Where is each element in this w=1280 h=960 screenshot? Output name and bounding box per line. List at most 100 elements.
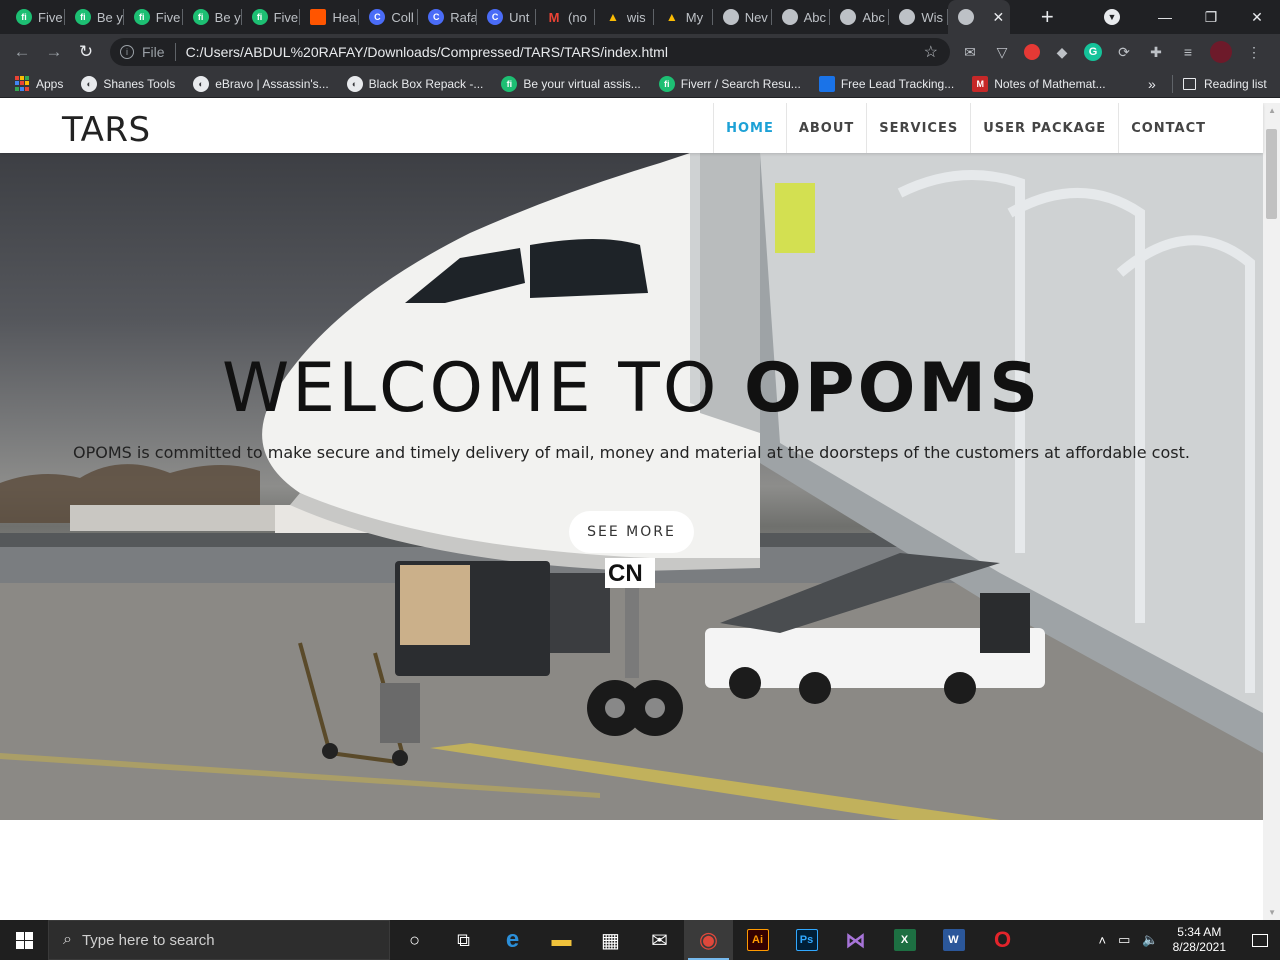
photoshop-taskbar-button[interactable]: Ps	[782, 920, 831, 960]
browser-tab[interactable]: Nev	[713, 0, 772, 34]
browser-tab[interactable]: Wis	[889, 0, 949, 34]
hero-subtitle: OPOMS is committed to make secure and ti…	[73, 443, 1190, 462]
fiverr-icon: fi	[74, 9, 91, 25]
browser-tab[interactable]: fi Five	[124, 0, 183, 34]
clock[interactable]: 5:34 AM 8/28/2021	[1173, 925, 1226, 955]
globe-icon	[840, 9, 857, 25]
scroll-thumb[interactable]	[1266, 129, 1277, 219]
pokeball-extension-icon[interactable]	[1024, 44, 1040, 60]
reading-list-button[interactable]: Reading list	[1172, 74, 1267, 93]
network-icon[interactable]: ▭	[1118, 932, 1130, 948]
bookmark-item[interactable]: ◐ eBravo | Assassin's...	[193, 75, 329, 92]
browser-tab[interactable]: ▲ wis	[595, 0, 654, 34]
new-tab-button[interactable]: +	[1034, 4, 1060, 30]
browser-tab[interactable]: Hea	[300, 0, 360, 34]
illustrator-taskbar-button[interactable]: Ai	[733, 920, 782, 960]
file-explorer-taskbar-button[interactable]: ▬	[537, 920, 586, 960]
tray-overflow-icon[interactable]: ˄	[1099, 933, 1107, 948]
scroll-down-icon[interactable]: ▼	[1268, 908, 1276, 917]
browser-tab[interactable]: ▲ My	[654, 0, 713, 34]
hero-background-image: CN	[0, 153, 1263, 820]
active-tab[interactable]: ✕	[948, 0, 1011, 34]
opera-taskbar-button[interactable]: O	[978, 920, 1027, 960]
browser-tab[interactable]: fi Be y	[65, 0, 124, 34]
restore-button[interactable]: ❐	[1188, 9, 1234, 26]
nav-user-package[interactable]: USER PACKAGE	[970, 103, 1118, 153]
info-icon[interactable]: i	[120, 45, 134, 59]
extensions-puzzle-icon[interactable]: ✚	[1146, 42, 1166, 62]
grammarly-icon[interactable]: G	[1084, 43, 1102, 61]
mail-extension-icon[interactable]: ✉	[960, 42, 980, 62]
cortana-icon: ○	[409, 929, 420, 950]
close-window-button[interactable]: ✕	[1234, 9, 1280, 26]
volume-icon[interactable]: 🔈	[1142, 932, 1158, 948]
tab-search-icon[interactable]: ▼	[1104, 9, 1120, 25]
tab-title: Five	[38, 9, 63, 25]
word-taskbar-button[interactable]: W	[929, 920, 978, 960]
menu-kebab-icon[interactable]: ⋮	[1244, 42, 1264, 62]
bookmark-item[interactable]: ◐ Shanes Tools	[81, 75, 175, 92]
address-bar[interactable]: i File C:/Users/ABDUL%20RAFAY/Downloads/…	[110, 38, 950, 66]
browser-tab[interactable]: fi Five	[6, 0, 65, 34]
bookmark-star-icon[interactable]: ☆	[924, 42, 938, 62]
forward-button[interactable]: →	[38, 42, 70, 62]
bookmark-item[interactable]: fi Fiverr / Search Resu...	[658, 75, 801, 92]
cortana-taskbar-button[interactable]: ○	[390, 920, 439, 960]
minimize-button[interactable]: —	[1142, 9, 1188, 25]
notification-center-button[interactable]	[1240, 933, 1280, 947]
tab-title: Be y	[214, 9, 241, 25]
taskbar-search[interactable]: ⌕ Type here to search	[48, 920, 390, 960]
browser-tab[interactable]: C Unt	[477, 0, 536, 34]
file-explorer-icon: ▬	[551, 928, 572, 951]
browser-tab[interactable]: C Rafa	[418, 0, 477, 34]
bookmarks-overflow-button[interactable]: »	[1148, 76, 1156, 92]
puzzle-extension-icon[interactable]: ◆	[1052, 42, 1072, 62]
main-nav: HOME ABOUT SERVICES USER PACKAGE CONTACT	[713, 103, 1218, 153]
nav-about[interactable]: ABOUT	[785, 103, 866, 153]
back-button[interactable]: ←	[6, 42, 38, 62]
mail-taskbar-button[interactable]: ✉	[635, 920, 684, 960]
see-more-button[interactable]: SEE MORE	[569, 511, 694, 553]
browser-tab[interactable]: Abc	[830, 0, 890, 34]
fiverr-icon: fi	[251, 9, 268, 25]
bookmark-item[interactable]: fi Be your virtual assis...	[501, 75, 641, 92]
task-view-taskbar-button[interactable]: ⧉	[439, 920, 488, 960]
notification-icon	[1252, 933, 1268, 947]
browser-toolbar: ← → ↻ i File C:/Users/ABDUL%20RAFAY/Down…	[0, 34, 1280, 70]
sync-extension-icon[interactable]: ⟳	[1114, 42, 1134, 62]
bookmark-item[interactable]: M Notes of Mathemat...	[972, 75, 1106, 92]
vpn-extension-icon[interactable]: ▽	[992, 42, 1012, 62]
edge-taskbar-button[interactable]: e	[488, 920, 537, 960]
excel-taskbar-button[interactable]: X	[880, 920, 929, 960]
scroll-up-icon[interactable]: ▲	[1268, 106, 1276, 115]
close-tab-icon[interactable]: ✕	[993, 9, 1005, 26]
browser-tab[interactable]: fi Five	[242, 0, 301, 34]
gmail-icon: M	[548, 9, 560, 25]
url-text[interactable]: C:/Users/ABDUL%20RAFAY/Downloads/Compres…	[186, 44, 668, 60]
page-scrollbar[interactable]: ▲ ▼	[1263, 103, 1280, 920]
bookmark-item[interactable]: Apps	[14, 75, 63, 92]
chrome-taskbar-button[interactable]: ◉	[684, 920, 733, 960]
site-brand[interactable]: TARS	[62, 110, 151, 150]
bookmark-item[interactable]: ◐ Black Box Repack -...	[346, 75, 483, 92]
clock-time: 5:34 AM	[1177, 925, 1222, 939]
browser-tab[interactable]: Abc	[772, 0, 831, 34]
soundcloud-icon	[310, 9, 327, 25]
reload-button[interactable]: ↻	[70, 42, 102, 62]
store-taskbar-button[interactable]: ▦	[586, 920, 635, 960]
browser-tab[interactable]: fi Be y	[183, 0, 242, 34]
illustrator-icon: Ai	[746, 929, 769, 951]
profile-avatar[interactable]	[1210, 41, 1232, 63]
browser-tab[interactable]: M (no	[536, 0, 595, 34]
fiverr-icon: fi	[133, 9, 150, 25]
nav-services[interactable]: SERVICES	[866, 103, 970, 153]
start-button[interactable]	[0, 920, 48, 960]
browser-tab[interactable]: C Coll	[359, 0, 419, 34]
fiverr-icon: fi	[192, 9, 209, 25]
bookmark-label: Free Lead Tracking...	[840, 76, 955, 91]
visual-studio-taskbar-button[interactable]: ⋈	[831, 920, 880, 960]
nav-home[interactable]: HOME	[713, 103, 786, 153]
media-control-icon[interactable]: ≡	[1178, 42, 1198, 62]
nav-contact[interactable]: CONTACT	[1118, 103, 1218, 153]
bookmark-item[interactable]: Free Lead Tracking...	[818, 75, 955, 92]
